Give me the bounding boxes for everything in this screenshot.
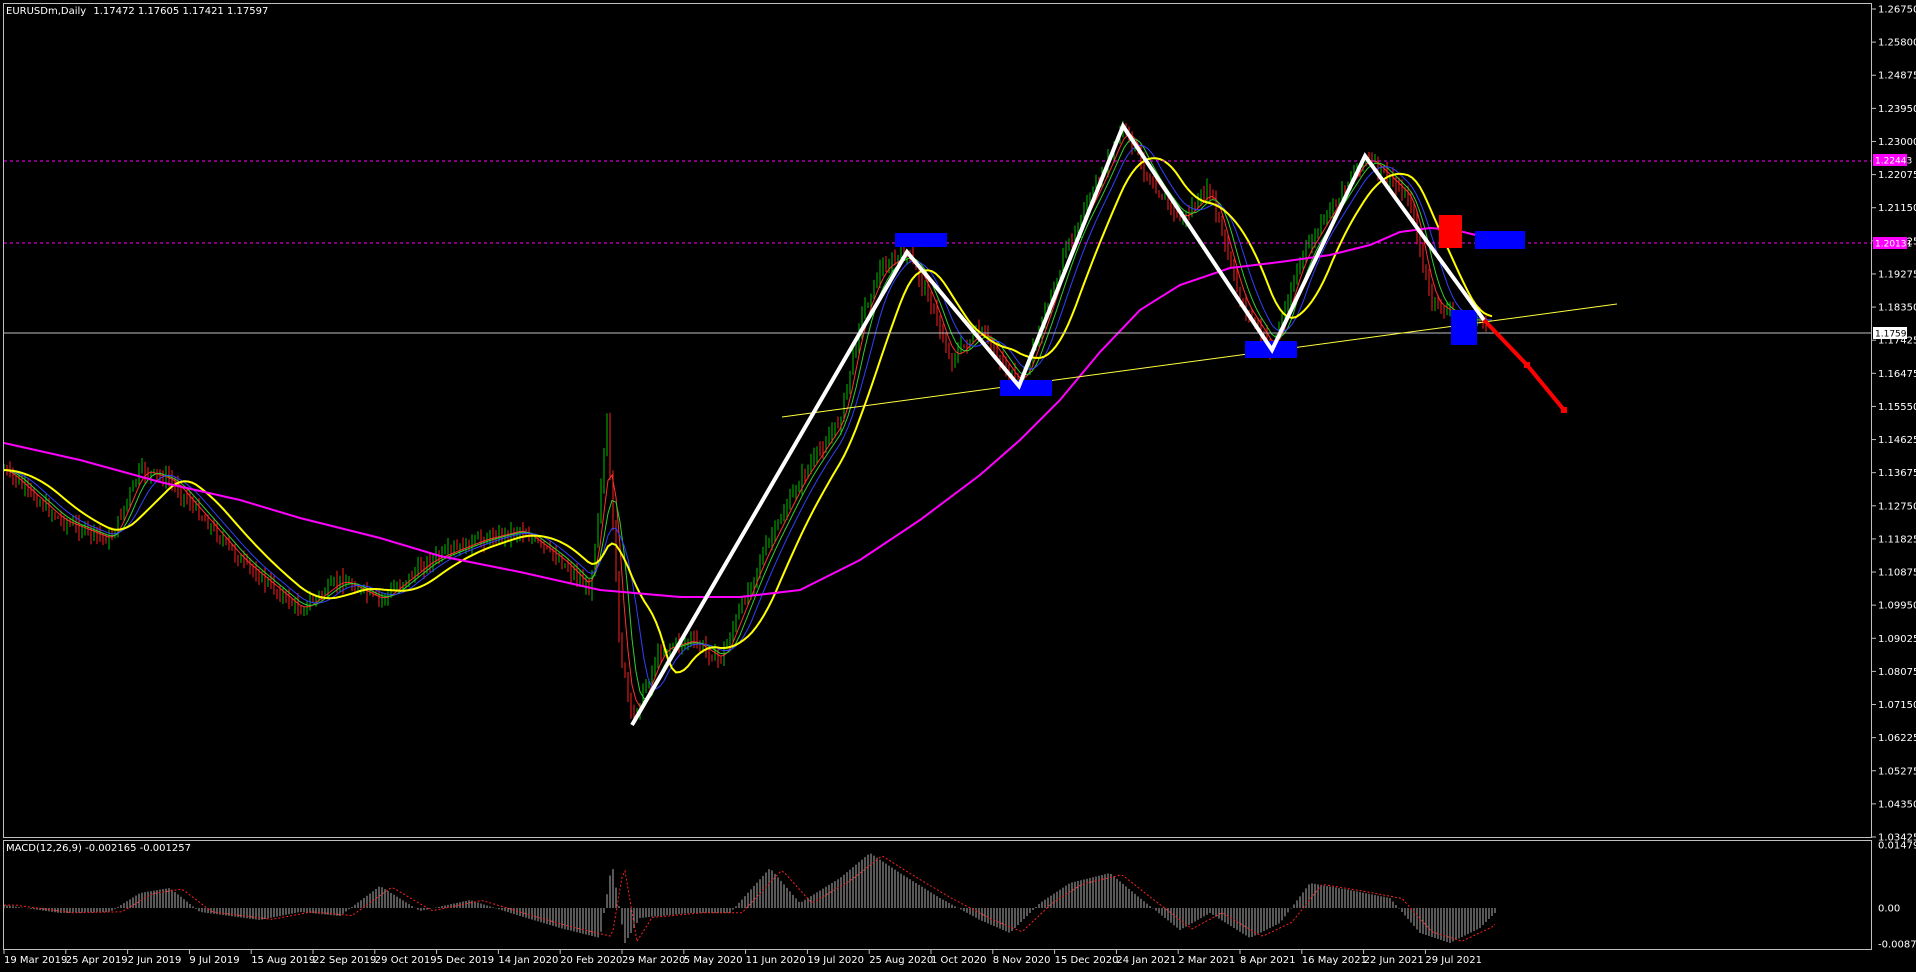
- price-tick-label: 1.15550: [1878, 402, 1916, 413]
- time-tick-label: 8 Nov 2020: [993, 955, 1051, 966]
- macd-label: MACD(12,26,9) -0.002165 -0.001257: [6, 843, 191, 854]
- time-tick-label: 2 Mar 2021: [1178, 955, 1235, 966]
- time-tick-label: 29 Oct 2019: [375, 955, 437, 966]
- price-tick-label: 1.09950: [1878, 601, 1916, 612]
- price-tick-label: 1.21150: [1878, 203, 1916, 214]
- price-tick-label: 1.04350: [1878, 799, 1916, 810]
- price-chart[interactable]: EURUSDm,Daily 1.17472 1.17605 1.17421 1.…: [0, 0, 1916, 972]
- zone-rect[interactable]: [1000, 380, 1052, 396]
- time-tick-label: 14 Jan 2020: [498, 955, 558, 966]
- price-tick-label: 1.07150: [1878, 700, 1916, 711]
- time-tick-label: 22 Sep 2019: [313, 955, 376, 966]
- price-tick-label: 1.10875: [1878, 568, 1916, 579]
- price-tick-label: 1.23950: [1878, 104, 1916, 115]
- macd-tick-label: 0.00: [1878, 904, 1900, 915]
- price-tick-label: 1.26750: [1878, 5, 1916, 16]
- time-tick-label: 24 Jan 2021: [1116, 955, 1176, 966]
- price-tick-label: 1.19275: [1878, 269, 1916, 280]
- macd-tick-label: -0.008775: [1878, 940, 1916, 951]
- time-tick-label: 25 Aug 2020: [869, 955, 933, 966]
- price-tick-label: 1.23000: [1878, 137, 1916, 148]
- time-tick-label: 5 May 2020: [684, 955, 743, 966]
- zone-rect[interactable]: [1475, 231, 1525, 249]
- time-tick-label: 19 Mar 2019: [4, 955, 67, 966]
- time-tick-label: 2 Jun 2019: [128, 955, 182, 966]
- price-tick-label: 1.06225: [1878, 733, 1916, 744]
- forecast-point: [1524, 362, 1530, 368]
- price-tag-upper-text: 1.22443: [1875, 157, 1912, 167]
- time-tick-label: 25 Apr 2019: [66, 955, 128, 966]
- zone-rect[interactable]: [1451, 310, 1477, 345]
- price-tick-label: 1.25800: [1878, 38, 1916, 49]
- price-tick-label: 1.16475: [1878, 369, 1916, 380]
- price-tick-label: 1.18350: [1878, 303, 1916, 314]
- chart-title: EURUSDm,Daily 1.17472 1.17605 1.17421 1.…: [6, 6, 268, 17]
- time-tick-label: 8 Apr 2021: [1240, 955, 1295, 966]
- price-tick-label: 1.22075: [1878, 170, 1916, 181]
- time-tick-label: 11 Jun 2020: [746, 955, 806, 966]
- zone-rect[interactable]: [895, 233, 947, 247]
- zone-rect-red[interactable]: [1439, 215, 1462, 248]
- forecast-point: [1561, 407, 1567, 413]
- price-tick-label: 1.12750: [1878, 501, 1916, 512]
- price-tick-label: 1.11825: [1878, 534, 1916, 545]
- time-tick-label: 5 Dec 2019: [437, 955, 495, 966]
- price-tick-label: 1.09025: [1878, 634, 1916, 645]
- time-tick-label: 9 Jul 2019: [189, 955, 239, 966]
- price-tick-label: 1.08075: [1878, 667, 1916, 678]
- chart-background: [0, 0, 1916, 972]
- macd-tick-label: 0.014797: [1878, 841, 1916, 852]
- price-tag-middle-text: 1.20131: [1875, 240, 1912, 250]
- time-tick-label: 29 Jul 2021: [1425, 955, 1482, 966]
- time-tick-label: 20 Feb 2020: [560, 955, 622, 966]
- time-tick-label: 19 Jul 2020: [807, 955, 864, 966]
- price-tick-label: 1.13675: [1878, 468, 1916, 479]
- time-tick-label: 16 May 2021: [1302, 955, 1367, 966]
- price-tick-label: 1.24875: [1878, 71, 1916, 82]
- time-tick-label: 29 Mar 2020: [622, 955, 685, 966]
- price-tag-current-text: 1.17597: [1875, 330, 1912, 340]
- time-tick-label: 15 Aug 2019: [251, 955, 315, 966]
- price-tick-label: 1.14625: [1878, 435, 1916, 446]
- price-tick-label: 1.05275: [1878, 766, 1916, 777]
- time-tick-label: 15 Dec 2020: [1055, 955, 1119, 966]
- time-tick-label: 1 Oct 2020: [931, 955, 986, 966]
- time-tick-label: 22 Jun 2021: [1364, 955, 1424, 966]
